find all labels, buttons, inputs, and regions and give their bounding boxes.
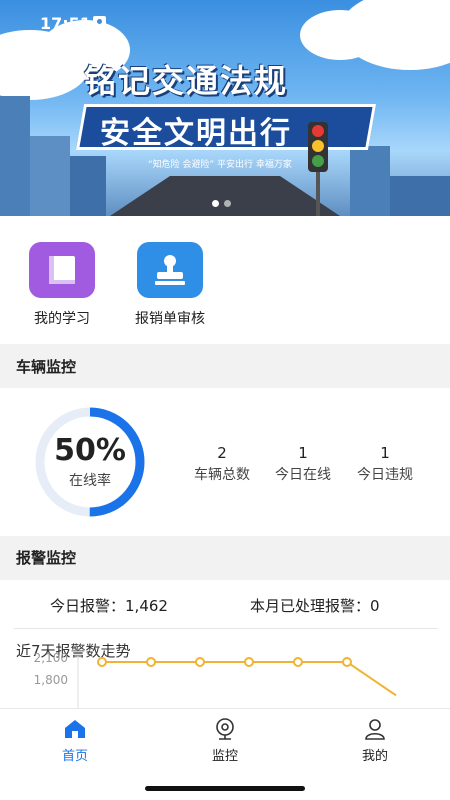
- stat-total-vehicles[interactable]: 2 车辆总数: [180, 444, 264, 484]
- trend-point[interactable]: [97, 657, 107, 667]
- trend-point[interactable]: [293, 657, 303, 667]
- my-study-label: 我的学习: [34, 311, 90, 327]
- month-handled-label: 本月已处理报警：: [250, 597, 371, 615]
- vehicle-monitor-panel: 50% 在线率 2 车辆总数 1 今日在线 1 今日违规: [0, 388, 450, 536]
- online-rate-ring[interactable]: 50% 在线率: [20, 404, 160, 520]
- home-indicator: [145, 786, 305, 791]
- building-decoration: [390, 176, 450, 216]
- stamp-icon: [137, 242, 203, 298]
- y-tick-label: 2,100: [34, 651, 68, 665]
- month-handled-alarm[interactable]: 本月已处理报警：0: [250, 595, 380, 616]
- stat-value: 2: [217, 444, 227, 462]
- building-decoration: [70, 156, 106, 216]
- building-decoration: [0, 96, 30, 216]
- today-alarm-value: 1,462: [125, 597, 168, 615]
- building-decoration: [30, 136, 70, 216]
- carousel-dot[interactable]: [212, 200, 219, 207]
- status-bar: 17:51: [0, 0, 450, 48]
- alarm-summary-row: 今日报警：1,462 本月已处理报警：0: [0, 580, 450, 628]
- reimbursement-review-label: 报销单审核: [135, 311, 205, 327]
- stat-value: 1: [298, 444, 308, 462]
- trend-point[interactable]: [195, 657, 205, 667]
- today-alarm-label: 今日报警：: [50, 597, 126, 615]
- traffic-light-pole: [316, 170, 320, 216]
- month-handled-value: 0: [370, 597, 380, 615]
- user-icon: [330, 717, 420, 741]
- stat-label: 车辆总数: [194, 467, 250, 483]
- stat-value: 1: [380, 444, 390, 462]
- stat-online-today[interactable]: 1 今日在线: [261, 444, 345, 484]
- carousel-dot[interactable]: [224, 200, 231, 207]
- tab-mine-label: 我的: [361, 749, 388, 764]
- carousel-indicator[interactable]: [212, 200, 231, 207]
- book-icon: [29, 242, 95, 298]
- contact-card-icon: [93, 16, 106, 31]
- y-tick-label: 1,800: [34, 673, 68, 687]
- battery-icon: [388, 17, 415, 29]
- building-decoration: [350, 146, 390, 216]
- cellular-signal-icon: [332, 18, 352, 30]
- traffic-light-icon: [308, 122, 328, 172]
- tab-home[interactable]: 首页: [30, 717, 120, 764]
- status-time: 17:51: [40, 14, 91, 33]
- online-rate-value: 50%: [54, 433, 126, 468]
- stat-label: 今日在线: [275, 467, 331, 483]
- today-alarm[interactable]: 今日报警：1,462: [50, 595, 168, 616]
- trend-point[interactable]: [342, 657, 352, 667]
- tab-monitor-label: 监控: [211, 749, 238, 764]
- monitor-icon: [180, 717, 270, 741]
- online-rate-label: 在线率: [69, 473, 111, 489]
- alarm-monitor-title: 报警监控: [0, 536, 450, 580]
- alarm-monitor-panel: 今日报警：1,462 本月已处理报警：0 近7天报警数走势 2,100 1,800: [0, 580, 450, 708]
- stat-violations-today[interactable]: 1 今日违规: [343, 444, 427, 484]
- banner-title-line1: 铭记交通法规: [84, 62, 289, 100]
- tab-monitor[interactable]: 监控: [180, 717, 270, 764]
- trend-point[interactable]: [244, 657, 254, 667]
- my-study-button[interactable]: 我的学习: [12, 242, 112, 328]
- wifi-icon: [362, 14, 380, 33]
- trend-point[interactable]: [146, 657, 156, 667]
- vehicle-monitor-title: 车辆监控: [0, 346, 450, 388]
- reimbursement-review-button[interactable]: 报销单审核: [120, 242, 220, 328]
- road-decoration: [110, 176, 340, 216]
- banner-title-line2: 安全文明出行: [100, 116, 292, 151]
- divider: [14, 628, 438, 629]
- tab-mine[interactable]: 我的: [330, 717, 420, 764]
- alarm-trend-chart[interactable]: 2,100 1,800: [0, 651, 450, 708]
- banner-slogan: “知危险 会避险” 平安出行 幸福万家: [148, 160, 292, 170]
- stat-label: 今日违规: [357, 467, 413, 483]
- home-icon: [30, 717, 120, 741]
- tab-home-label: 首页: [61, 749, 88, 764]
- quick-actions: 我的学习 报销单审核: [0, 216, 450, 344]
